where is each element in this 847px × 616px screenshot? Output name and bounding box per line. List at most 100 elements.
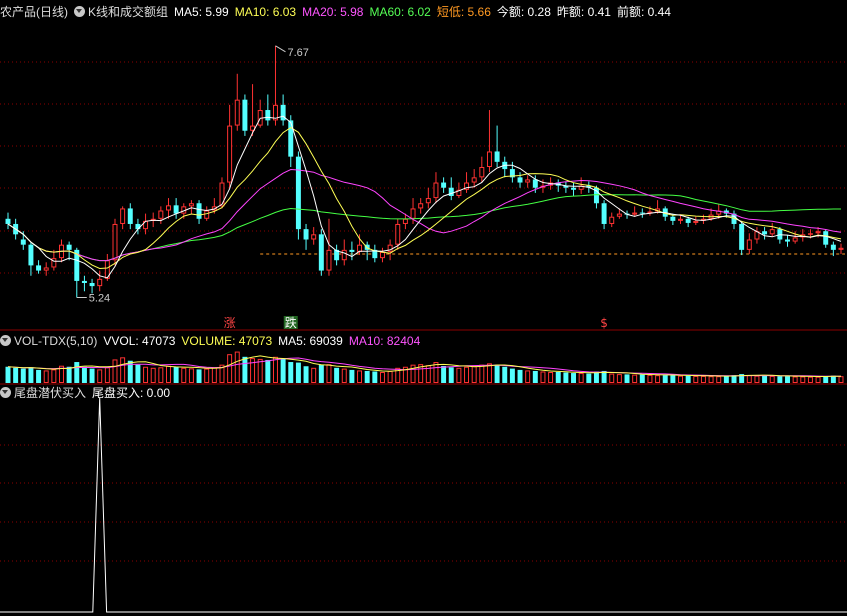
volume-bar xyxy=(548,372,554,383)
main-value-0: MA5: 5.99 xyxy=(174,5,229,19)
candle xyxy=(303,223,309,250)
indicator-name[interactable]: K线和成交额组 xyxy=(88,5,168,19)
volume-bar xyxy=(815,376,821,384)
candle xyxy=(242,94,248,136)
fall-marker: 跌 xyxy=(285,315,297,330)
candle-body xyxy=(815,231,821,234)
volume-bar xyxy=(188,368,194,384)
volume-bar xyxy=(509,368,515,383)
candle-body xyxy=(616,213,622,217)
candle-body xyxy=(89,283,95,287)
volume-bar xyxy=(639,374,645,383)
candle-body xyxy=(746,239,752,250)
candle xyxy=(578,177,584,194)
candle-body xyxy=(349,249,355,252)
candle xyxy=(280,94,286,126)
candle xyxy=(349,241,355,261)
grid-lines xyxy=(0,61,847,562)
candle-body xyxy=(97,278,103,287)
candle-body xyxy=(295,156,301,230)
candle-body xyxy=(670,216,676,221)
candle-body xyxy=(785,239,790,242)
volume-bar xyxy=(166,365,171,384)
volume-bar xyxy=(448,367,454,383)
volume-bar xyxy=(36,369,42,383)
candle xyxy=(441,177,447,193)
volume-header: VOL-TDX(5,10) VVOL: 47073 VOLUME: 47073 MA5… xyxy=(0,333,426,349)
candle-body xyxy=(28,244,34,266)
volume-bar xyxy=(578,373,584,383)
candle xyxy=(563,181,569,193)
candle xyxy=(326,218,332,276)
volume-bar xyxy=(173,366,179,383)
candle-body xyxy=(830,244,836,250)
candle-body xyxy=(288,120,294,157)
volume-bar xyxy=(242,356,248,383)
volume-bar xyxy=(326,364,332,383)
candle-body xyxy=(326,249,332,271)
vol-value-0: VVOL: 47073 xyxy=(103,334,176,348)
candle xyxy=(746,233,752,254)
volume-bar xyxy=(97,369,103,383)
dropdown-icon[interactable] xyxy=(0,387,11,398)
candle-body xyxy=(479,167,485,178)
volume-bar xyxy=(746,375,752,383)
high-pointer xyxy=(275,45,286,53)
candle xyxy=(639,208,645,218)
volume-bar xyxy=(13,367,19,383)
stock-title[interactable]: 农产品(日线) xyxy=(0,5,68,19)
candle xyxy=(173,198,179,219)
main-value-2: MA20: 5.98 xyxy=(302,5,364,19)
volume-bar xyxy=(288,362,294,383)
dropdown-icon[interactable] xyxy=(74,6,85,17)
candle xyxy=(295,151,301,240)
volume-bar xyxy=(349,369,355,383)
candle-body xyxy=(318,234,324,271)
volume-bar xyxy=(800,376,806,384)
volume-bar xyxy=(655,375,661,383)
volume-bar xyxy=(234,351,240,384)
dropdown-icon[interactable] xyxy=(0,335,11,346)
volume-bar xyxy=(272,356,278,383)
signal-indicator-values: 尾盘买入: 0.00 xyxy=(92,386,176,400)
candle xyxy=(36,260,42,274)
candle-body xyxy=(120,208,126,224)
candle-body xyxy=(81,280,87,283)
main-value-7: 前额: 0.44 xyxy=(616,5,671,19)
volume-bar xyxy=(494,364,500,383)
volume-bar xyxy=(295,362,301,383)
volume-bar xyxy=(120,357,126,384)
candle-body xyxy=(494,151,500,162)
volume-bar xyxy=(257,358,263,383)
signal-line xyxy=(0,397,847,613)
volume-bar xyxy=(66,366,72,383)
volume-bar xyxy=(525,370,531,383)
candle-body xyxy=(135,223,141,230)
candle xyxy=(517,172,523,188)
candle xyxy=(166,198,171,219)
volume-indicator-name[interactable]: VOL-TDX(5,10) xyxy=(14,334,97,348)
candle xyxy=(89,278,95,294)
candle xyxy=(433,172,439,204)
candle-body xyxy=(486,151,492,167)
candle xyxy=(227,104,233,188)
volume-bar xyxy=(624,374,630,383)
candle-body xyxy=(807,233,813,235)
candle xyxy=(257,99,263,128)
candle xyxy=(234,73,240,131)
volume-bar xyxy=(372,371,378,383)
volume-bar xyxy=(204,368,210,384)
candle xyxy=(311,227,317,245)
candle-body xyxy=(379,251,385,259)
signal-indicator-name[interactable]: 尾盘潜伏买入 xyxy=(14,386,86,400)
volume-bar xyxy=(700,375,706,383)
volume-bar xyxy=(181,367,187,383)
volume-bar xyxy=(647,374,653,383)
candle-body xyxy=(303,229,309,240)
volume-ma10-line xyxy=(7,357,842,377)
volume-bar xyxy=(532,370,538,383)
candle-body xyxy=(36,265,42,271)
candle xyxy=(188,200,194,214)
candle-body xyxy=(448,187,454,196)
candle xyxy=(555,179,561,192)
